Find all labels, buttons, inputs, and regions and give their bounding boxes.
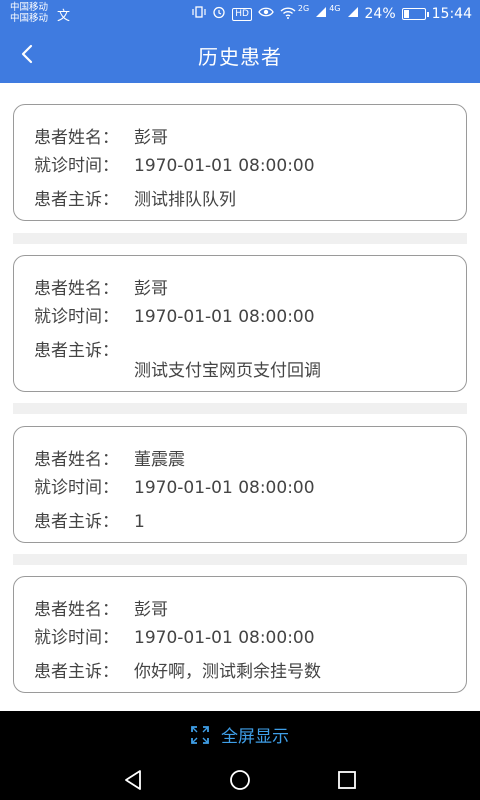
patient-name-row: 患者姓名： 彭哥 <box>34 123 168 148</box>
battery-percent: 24% <box>364 6 396 22</box>
divider <box>13 554 467 565</box>
name-label: 患者姓名： <box>34 600 119 620</box>
complaint: 1 <box>134 512 145 532</box>
visit-time-row: 就诊时间： 1970-01-01 08:00:00 <box>34 302 315 327</box>
patient-card[interactable]: 患者姓名： 董震震 就诊时间： 1970-01-01 08:00:00 患者主诉： 1 <box>13 426 467 543</box>
patient-name: 彭哥 <box>134 279 168 299</box>
complaint: 测试排队队列 <box>134 190 236 210</box>
divider <box>13 233 467 244</box>
nav-home-icon <box>230 770 250 790</box>
carrier-info: 中国移动 中国移动 <box>10 2 48 24</box>
patient-list[interactable]: 患者姓名： 彭哥 就诊时间： 1970-01-01 08:00:00 患者主诉： 测试… <box>0 83 480 711</box>
patient-name: 彭哥 <box>134 128 168 148</box>
patient-card[interactable]: 患者姓名： 彭哥 就诊时间： 1970-01-01 08:00:00 患者主诉： 测试… <box>13 104 467 221</box>
patient-name-row: 患者姓名： 彭哥 <box>34 274 168 299</box>
fullscreen-button[interactable]: 全屏显示 <box>0 711 480 758</box>
alarm-icon <box>212 5 226 23</box>
fullscreen-icon <box>191 725 209 744</box>
visit-time: 1970-01-01 08:00:00 <box>134 156 315 176</box>
complaint: 测试支付宝网页支付回调 <box>134 361 321 381</box>
signal-icon-2 <box>347 6 359 22</box>
visit-time-row: 就诊时间： 1970-01-01 08:00:00 <box>34 151 315 176</box>
name-label: 患者姓名： <box>34 279 119 299</box>
eye-icon <box>258 6 274 22</box>
vibrate-icon <box>192 5 206 23</box>
visit-time-label: 就诊时间： <box>34 307 119 327</box>
nav-recents-button[interactable] <box>335 768 359 792</box>
complaint-row: 患者主诉： 你好啊，测试剩余挂号数 <box>34 657 321 682</box>
hd-icon: HD <box>232 7 252 21</box>
battery-icon <box>401 8 429 20</box>
status-bar: 中国移动 中国移动 文 HD 2G 4G 24% 15:44 <box>0 0 480 27</box>
notification-icon: 文 <box>57 9 71 24</box>
nav-back-button[interactable] <box>121 768 145 792</box>
navigation-bar <box>0 758 480 800</box>
patient-name: 董震震 <box>134 450 185 470</box>
visit-time-row: 就诊时间： 1970-01-01 08:00:00 <box>34 473 315 498</box>
visit-time: 1970-01-01 08:00:00 <box>134 307 315 327</box>
complaint-label: 患者主诉： <box>34 512 119 532</box>
divider <box>13 403 467 414</box>
patient-name-row: 患者姓名： 董震震 <box>34 445 185 470</box>
status-icons: HD 2G 4G 24% 15:44 <box>192 4 472 24</box>
carrier-1: 中国移动 <box>10 2 49 13</box>
complaint-row: 患者主诉： 测试排队队列 <box>34 185 236 210</box>
carrier-2: 中国移动 <box>10 13 49 24</box>
patient-name-row: 患者姓名： 彭哥 <box>34 595 168 620</box>
battery-fill <box>403 10 409 18</box>
visit-time: 1970-01-01 08:00:00 <box>134 478 315 498</box>
fullscreen-label: 全屏显示 <box>221 727 289 747</box>
page-title: 历史患者 <box>198 45 282 69</box>
name-label: 患者姓名： <box>34 450 119 470</box>
visit-time-label: 就诊时间： <box>34 628 119 648</box>
visit-time-row: 就诊时间： 1970-01-01 08:00:00 <box>34 623 315 648</box>
patient-card[interactable]: 患者姓名： 彭哥 就诊时间： 1970-01-01 08:00:00 患者主诉： 测… <box>13 255 467 392</box>
complaint-label: 患者主诉： <box>34 662 119 682</box>
complaint-label: 患者主诉： <box>34 341 119 361</box>
nav-home-button[interactable] <box>228 768 252 792</box>
nav-back-icon <box>125 770 141 790</box>
network-4g-label: 4G <box>329 3 341 13</box>
complaint-row: 患者主诉： <box>34 336 134 361</box>
patient-name: 彭哥 <box>134 600 168 620</box>
wifi-icon <box>280 6 296 23</box>
name-label: 患者姓名： <box>34 128 119 148</box>
visit-time-label: 就诊时间： <box>34 156 119 176</box>
signal-icon-1 <box>315 6 327 22</box>
complaint-row: 患者主诉： 1 <box>34 507 145 532</box>
network-2g-label: 2G <box>297 3 310 13</box>
app-bar: 历史患者 <box>0 27 480 83</box>
patient-card[interactable]: 患者姓名： 彭哥 就诊时间： 1970-01-01 08:00:00 患者主诉： 你好… <box>13 576 467 693</box>
visit-time-label: 就诊时间： <box>34 478 119 498</box>
complaint-label: 患者主诉： <box>34 190 119 210</box>
nav-recents-icon <box>338 771 356 789</box>
visit-time: 1970-01-01 08:00:00 <box>134 628 315 648</box>
complaint: 你好啊，测试剩余挂号数 <box>134 662 321 682</box>
clock: 15:44 <box>431 6 472 22</box>
